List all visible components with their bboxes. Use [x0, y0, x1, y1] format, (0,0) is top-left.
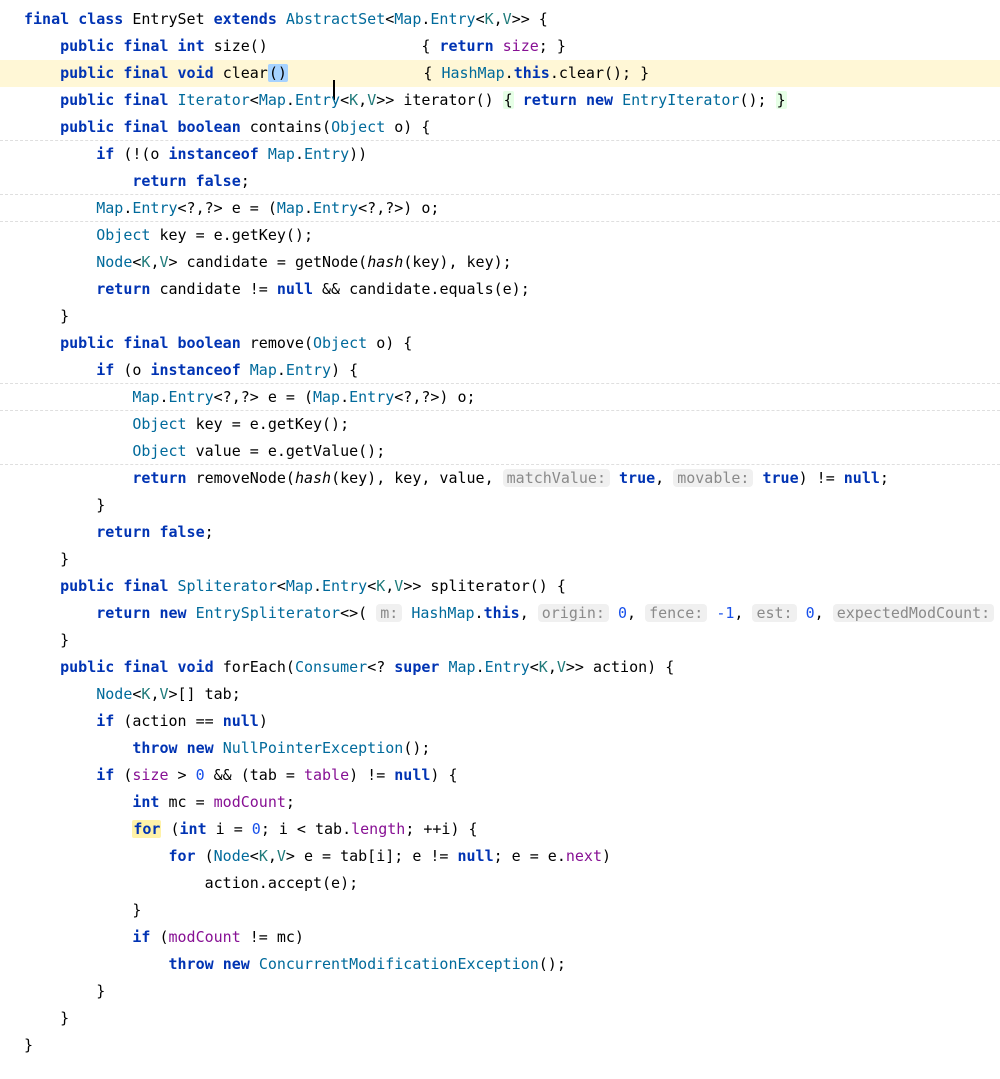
code-line-22[interactable]: public final Spliterator<Map.Entry<K,V>>…	[0, 573, 1000, 600]
code-line-9[interactable]: Object key = e.getKey();	[0, 222, 1000, 249]
code-line-39[interactable]: }	[0, 1032, 1000, 1059]
code-line-14[interactable]: if (o instanceof Map.Entry) {	[0, 357, 1000, 384]
code-line-4[interactable]: public final Iterator<Map.Entry<K,V>> it…	[0, 87, 1000, 114]
code-line-24[interactable]: }	[0, 627, 1000, 654]
code-line-27[interactable]: if (action == null)	[0, 708, 1000, 735]
code-line-18[interactable]: return removeNode(hash(key), key, value,…	[0, 465, 1000, 492]
code-line-17[interactable]: Object value = e.getValue();	[0, 438, 1000, 465]
code-line-2[interactable]: public final int size() { return size; }	[0, 33, 1000, 60]
code-line-32[interactable]: for (Node<K,V> e = tab[i]; e != null; e …	[0, 843, 1000, 870]
code-line-15[interactable]: Map.Entry<?,?> e = (Map.Entry<?,?>) o;	[0, 384, 1000, 411]
code-line-34[interactable]: }	[0, 897, 1000, 924]
code-line-31[interactable]: for (int i = 0; i < tab.length; ++i) {	[0, 816, 1000, 843]
code-line-12[interactable]: }	[0, 303, 1000, 330]
code-line-16[interactable]: Object key = e.getKey();	[0, 411, 1000, 438]
code-line-25[interactable]: public final void forEach(Consumer<? sup…	[0, 654, 1000, 681]
code-line-13[interactable]: public final boolean remove(Object o) {	[0, 330, 1000, 357]
code-line-6[interactable]: if (!(o instanceof Map.Entry))	[0, 141, 1000, 168]
code-line-26[interactable]: Node<K,V>[] tab;	[0, 681, 1000, 708]
code-line-36[interactable]: throw new ConcurrentModificationExceptio…	[0, 951, 1000, 978]
code-line-5[interactable]: public final boolean contains(Object o) …	[0, 114, 1000, 141]
code-editor[interactable]: final class EntrySet extends AbstractSet…	[0, 0, 1000, 1079]
code-line-30[interactable]: int mc = modCount;	[0, 789, 1000, 816]
code-line-21[interactable]: }	[0, 546, 1000, 573]
code-line-11[interactable]: return candidate != null && candidate.eq…	[0, 276, 1000, 303]
code-line-1[interactable]: final class EntrySet extends AbstractSet…	[0, 6, 1000, 33]
code-line-10[interactable]: Node<K,V> candidate = getNode(hash(key),…	[0, 249, 1000, 276]
code-line-28[interactable]: throw new NullPointerException();	[0, 735, 1000, 762]
code-line-7[interactable]: return false;	[0, 168, 1000, 195]
code-line-33[interactable]: action.accept(e);	[0, 870, 1000, 897]
code-line-3[interactable]: public final void clear() { HashMap.this…	[0, 60, 1000, 87]
code-line-38[interactable]: }	[0, 1005, 1000, 1032]
code-line-19[interactable]: }	[0, 492, 1000, 519]
code-line-8[interactable]: Map.Entry<?,?> e = (Map.Entry<?,?>) o;	[0, 195, 1000, 222]
code-line-29[interactable]: if (size > 0 && (tab = table) != null) {	[0, 762, 1000, 789]
code-line-23[interactable]: return new EntrySpliterator<>( m: HashMa…	[0, 600, 1000, 627]
code-line-37[interactable]: }	[0, 978, 1000, 1005]
code-line-20[interactable]: return false;	[0, 519, 1000, 546]
